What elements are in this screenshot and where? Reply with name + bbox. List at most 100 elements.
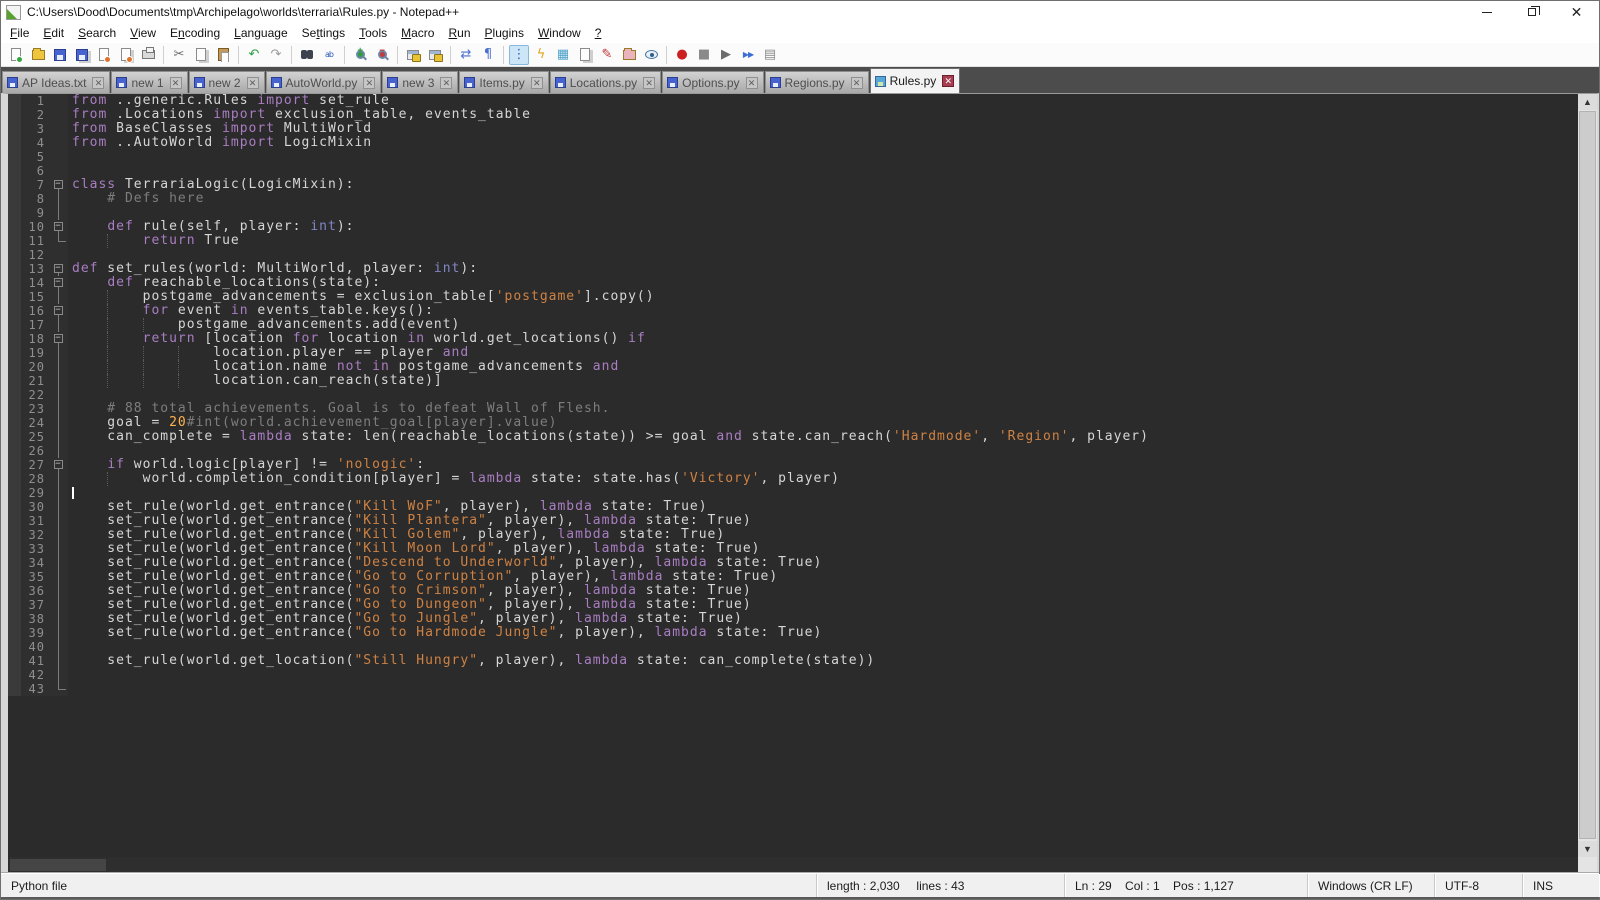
tab-label: Options.py (682, 76, 739, 90)
horizontal-scrollbar[interactable] (8, 857, 1578, 873)
document-map-button[interactable]: ▦ (553, 45, 573, 65)
word-wrap-button[interactable]: ⇄ (456, 45, 476, 65)
scroll-up-arrow-icon[interactable]: ▲ (1578, 94, 1597, 110)
fold-margin[interactable]: − (51, 458, 68, 472)
close-tab-icon[interactable]: ✕ (746, 77, 758, 89)
fold-collapse-icon[interactable]: − (54, 264, 63, 273)
scroll-down-arrow-icon[interactable]: ▼ (1578, 841, 1597, 857)
menu-search[interactable]: Search (71, 24, 123, 42)
close-tab-icon[interactable]: ✕ (643, 77, 655, 89)
close-tab-icon[interactable]: ✕ (92, 77, 104, 89)
undo-button[interactable]: ↶ (244, 45, 264, 65)
menu-macro[interactable]: Macro (394, 24, 441, 42)
menu-help[interactable]: ? (588, 24, 609, 42)
close-tab-icon[interactable]: ✕ (170, 77, 182, 89)
tab-label: Items.py (479, 76, 524, 90)
bookmark-margin (8, 136, 21, 150)
tab-options-py[interactable]: Options.py ✕ (662, 71, 763, 93)
tab-new-3[interactable]: new 3✕ (382, 71, 458, 93)
macro-play-button[interactable]: ▶ (716, 45, 736, 65)
line-number: 3 (21, 122, 51, 136)
function-list-button[interactable]: ϟ (531, 45, 551, 65)
find-button[interactable] (297, 45, 317, 65)
edit-marker-button[interactable]: ✎ (597, 45, 617, 65)
menu-plugins[interactable]: Plugins (478, 24, 531, 42)
horizontal-scroll-thumb[interactable] (10, 859, 106, 871)
menu-tools[interactable]: Tools (352, 24, 394, 42)
fold-collapse-icon[interactable]: − (54, 222, 63, 231)
macro-record-button[interactable]: ● (672, 45, 692, 65)
vertical-scroll-thumb[interactable] (1579, 111, 1596, 839)
fold-margin[interactable]: − (51, 178, 68, 192)
fold-margin (51, 430, 68, 444)
menu-language[interactable]: Language (227, 24, 295, 42)
menu-view[interactable]: View (123, 24, 163, 42)
menu-encoding[interactable]: Encoding (163, 24, 227, 42)
menu-window[interactable]: Window (531, 24, 588, 42)
fold-margin[interactable]: − (51, 304, 68, 318)
tab-items-py[interactable]: Items.py ✕ (459, 71, 548, 93)
fold-collapse-icon[interactable]: − (54, 278, 63, 287)
tab-autoworld-py[interactable]: AutoWorld.py✕ (266, 71, 382, 93)
sync-scroll-horizontal-button[interactable] (425, 45, 445, 65)
bookmark-margin (8, 290, 21, 304)
close-file-button[interactable] (94, 45, 114, 65)
fold-collapse-icon[interactable]: − (54, 460, 63, 469)
save-file-button[interactable] (50, 45, 70, 65)
new-file-button[interactable] (6, 45, 26, 65)
code-line: 1from ..generic.Rules import set_rule (8, 94, 1578, 108)
tab-new-1[interactable]: new 1✕ (111, 71, 187, 93)
show-indent-guide-button[interactable]: ⋮ (509, 45, 529, 65)
sync-scroll-vertical-button[interactable] (403, 45, 423, 65)
fold-margin[interactable]: − (51, 220, 68, 234)
close-all-button[interactable] (116, 45, 136, 65)
tab-new-2[interactable]: new 2✕ (189, 71, 265, 93)
tab-rules-py[interactable]: Rules.py✕ (870, 68, 961, 93)
fold-collapse-icon[interactable]: − (54, 306, 63, 315)
print-button[interactable] (138, 45, 158, 65)
open-file-button[interactable] (28, 45, 48, 65)
fold-margin (51, 444, 68, 458)
document-list-button[interactable] (575, 45, 595, 65)
macro-stop-button[interactable]: ■ (694, 45, 714, 65)
macro-save-button[interactable]: ▤ (760, 45, 780, 65)
replace-button[interactable]: ab (319, 45, 339, 65)
vertical-scrollbar[interactable]: ▲ ▼ (1578, 94, 1597, 857)
close-tab-icon[interactable]: ✕ (363, 77, 375, 89)
code-line: 15 postgame_advancements = exclusion_tab… (8, 290, 1578, 304)
minimize-button[interactable] (1464, 1, 1509, 23)
close-tab-icon[interactable]: ✕ (851, 77, 863, 89)
zoom-in-button[interactable]: + (350, 45, 370, 65)
cut-button[interactable]: ✂ (169, 45, 189, 65)
zoom-out-button[interactable]: − (372, 45, 392, 65)
line-number: 40 (21, 640, 51, 654)
tab-locations-py[interactable]: Locations.py✕ (550, 71, 661, 93)
menu-file[interactable]: File (3, 24, 36, 42)
close-tab-icon[interactable]: ✕ (247, 77, 259, 89)
copy-button[interactable] (191, 45, 211, 65)
show-all-characters-button[interactable]: ¶ (478, 45, 498, 65)
fold-margin[interactable]: − (51, 262, 68, 276)
close-tab-icon[interactable]: ✕ (531, 77, 543, 89)
project-panel-button[interactable] (619, 45, 639, 65)
tab-regions-py[interactable]: Regions.py✕ (765, 71, 869, 93)
fold-collapse-icon[interactable]: − (54, 334, 63, 343)
file-monitoring-button[interactable] (641, 45, 661, 65)
fold-margin[interactable]: − (51, 276, 68, 290)
line-number: 12 (21, 248, 51, 262)
menu-run[interactable]: Run (441, 24, 477, 42)
macro-run-multiple-button[interactable]: ▶▶ (738, 45, 758, 65)
save-all-button[interactable] (72, 45, 92, 65)
menu-edit[interactable]: Edit (36, 24, 71, 42)
tab-ap-ideas-txt[interactable]: AP Ideas.txt✕ (2, 71, 110, 93)
fold-margin[interactable]: − (51, 332, 68, 346)
close-button[interactable]: ✕ (1554, 1, 1599, 23)
menu-settings[interactable]: Settings (295, 24, 352, 42)
close-tab-icon[interactable]: ✕ (440, 77, 452, 89)
redo-button[interactable]: ↷ (266, 45, 286, 65)
close-tab-icon[interactable]: ✕ (942, 75, 954, 87)
paste-button[interactable] (213, 45, 233, 65)
fold-collapse-icon[interactable]: − (54, 180, 63, 189)
code-editor[interactable]: 1from ..generic.Rules import set_rule2fr… (8, 94, 1578, 857)
restore-button[interactable] (1509, 1, 1554, 23)
